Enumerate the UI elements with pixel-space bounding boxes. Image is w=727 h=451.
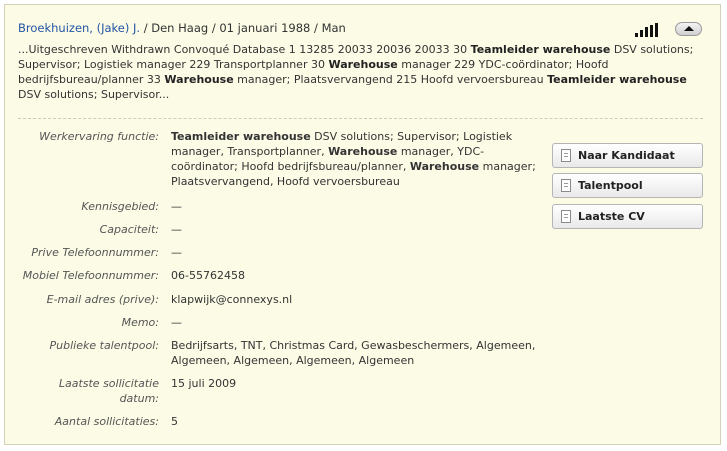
- header-separator: /: [314, 21, 318, 35]
- capaciteit-value: —: [171, 223, 182, 236]
- werkervaring-highlight: Teamleider warehouse: [171, 130, 311, 143]
- prive-telefoon-value: —: [171, 246, 182, 259]
- mobiel-telefoon-label: Mobiel Telefoonnummer:: [22, 269, 159, 282]
- snippet-text: manager; Plaatsvervangend 215 Hoofd verv…: [233, 73, 548, 86]
- werkervaring-highlight: Warehouse: [409, 160, 480, 173]
- document-icon: [561, 149, 571, 162]
- werkervaring-highlight: Warehouse: [328, 145, 398, 158]
- laatste-sollicitatie-label: Laatste sollicitatie datum:: [58, 377, 159, 405]
- werkervaring-label: Werkervaring functie:: [39, 130, 159, 143]
- snippet-highlight: Teamleider warehouse: [470, 43, 611, 56]
- candidate-city: Den Haag: [151, 21, 209, 35]
- signal-strength-icon: [635, 23, 659, 37]
- memo-value: —: [171, 316, 182, 329]
- kennisgebied-label: Kennisgebied:: [81, 200, 159, 213]
- talentpool-value: Bedrijfsarts, TNT, Christmas Card, Gewas…: [171, 339, 536, 367]
- document-icon: [561, 179, 571, 192]
- naar-kandidaat-label: Naar Kandidaat: [578, 149, 675, 162]
- candidate-birthdate: 01 januari 1988: [219, 21, 311, 35]
- snippet-text: ...Uitgeschreven Withdrawn Convoqué Data…: [18, 43, 471, 56]
- snippet-highlight: Teamleider warehouse: [547, 73, 687, 86]
- document-icon: [561, 210, 571, 223]
- header-separator: /: [143, 21, 148, 35]
- snippet-highlight: Warehouse: [328, 58, 398, 71]
- collapse-up-icon: [684, 26, 694, 31]
- email-label: E-mail adres (prive):: [46, 293, 159, 306]
- aantal-sollicitaties-label: Aantal sollicitaties:: [54, 415, 159, 428]
- candidate-card: Broekhuizen, (Jake) J. / Den Haag / 01 j…: [4, 4, 721, 445]
- talentpool-button-label: Talentpool: [578, 179, 643, 192]
- snippet-text: DSV solutions; Supervisor...: [18, 88, 170, 101]
- laatste-cv-label: Laatste CV: [578, 210, 645, 223]
- kennisgebied-value: —: [171, 200, 182, 213]
- header-separator: /: [211, 21, 216, 35]
- search-snippet: ...Uitgeschreven Withdrawn Convoqué Data…: [18, 42, 698, 102]
- talentpool-label: Publieke talentpool:: [49, 339, 159, 352]
- capaciteit-label: Capaciteit:: [99, 223, 159, 236]
- aantal-sollicitaties-value: 5: [171, 415, 178, 428]
- prive-telefoon-label: Prive Telefoonnummer:: [31, 246, 159, 259]
- laatste-cv-button[interactable]: Laatste CV: [552, 204, 703, 229]
- talentpool-button[interactable]: Talentpool: [552, 173, 703, 198]
- laatste-sollicitatie-value: 15 juli 2009: [171, 377, 237, 390]
- candidate-gender: Man: [321, 21, 346, 35]
- mobiel-telefoon-value: 06-55762458: [171, 269, 245, 282]
- section-divider: [18, 118, 703, 119]
- collapse-button[interactable]: [675, 22, 702, 36]
- email-value: klapwijk@connexys.nl: [171, 293, 293, 306]
- werkervaring-value: Teamleider warehouse DSV solutions; Supe…: [171, 129, 546, 189]
- candidate-header: Broekhuizen, (Jake) J. / Den Haag / 01 j…: [18, 21, 346, 35]
- memo-label: Memo:: [121, 316, 159, 329]
- snippet-highlight: Warehouse: [164, 73, 234, 86]
- candidate-name-link[interactable]: Broekhuizen, (Jake) J.: [18, 21, 140, 35]
- naar-kandidaat-button[interactable]: Naar Kandidaat: [552, 143, 703, 168]
